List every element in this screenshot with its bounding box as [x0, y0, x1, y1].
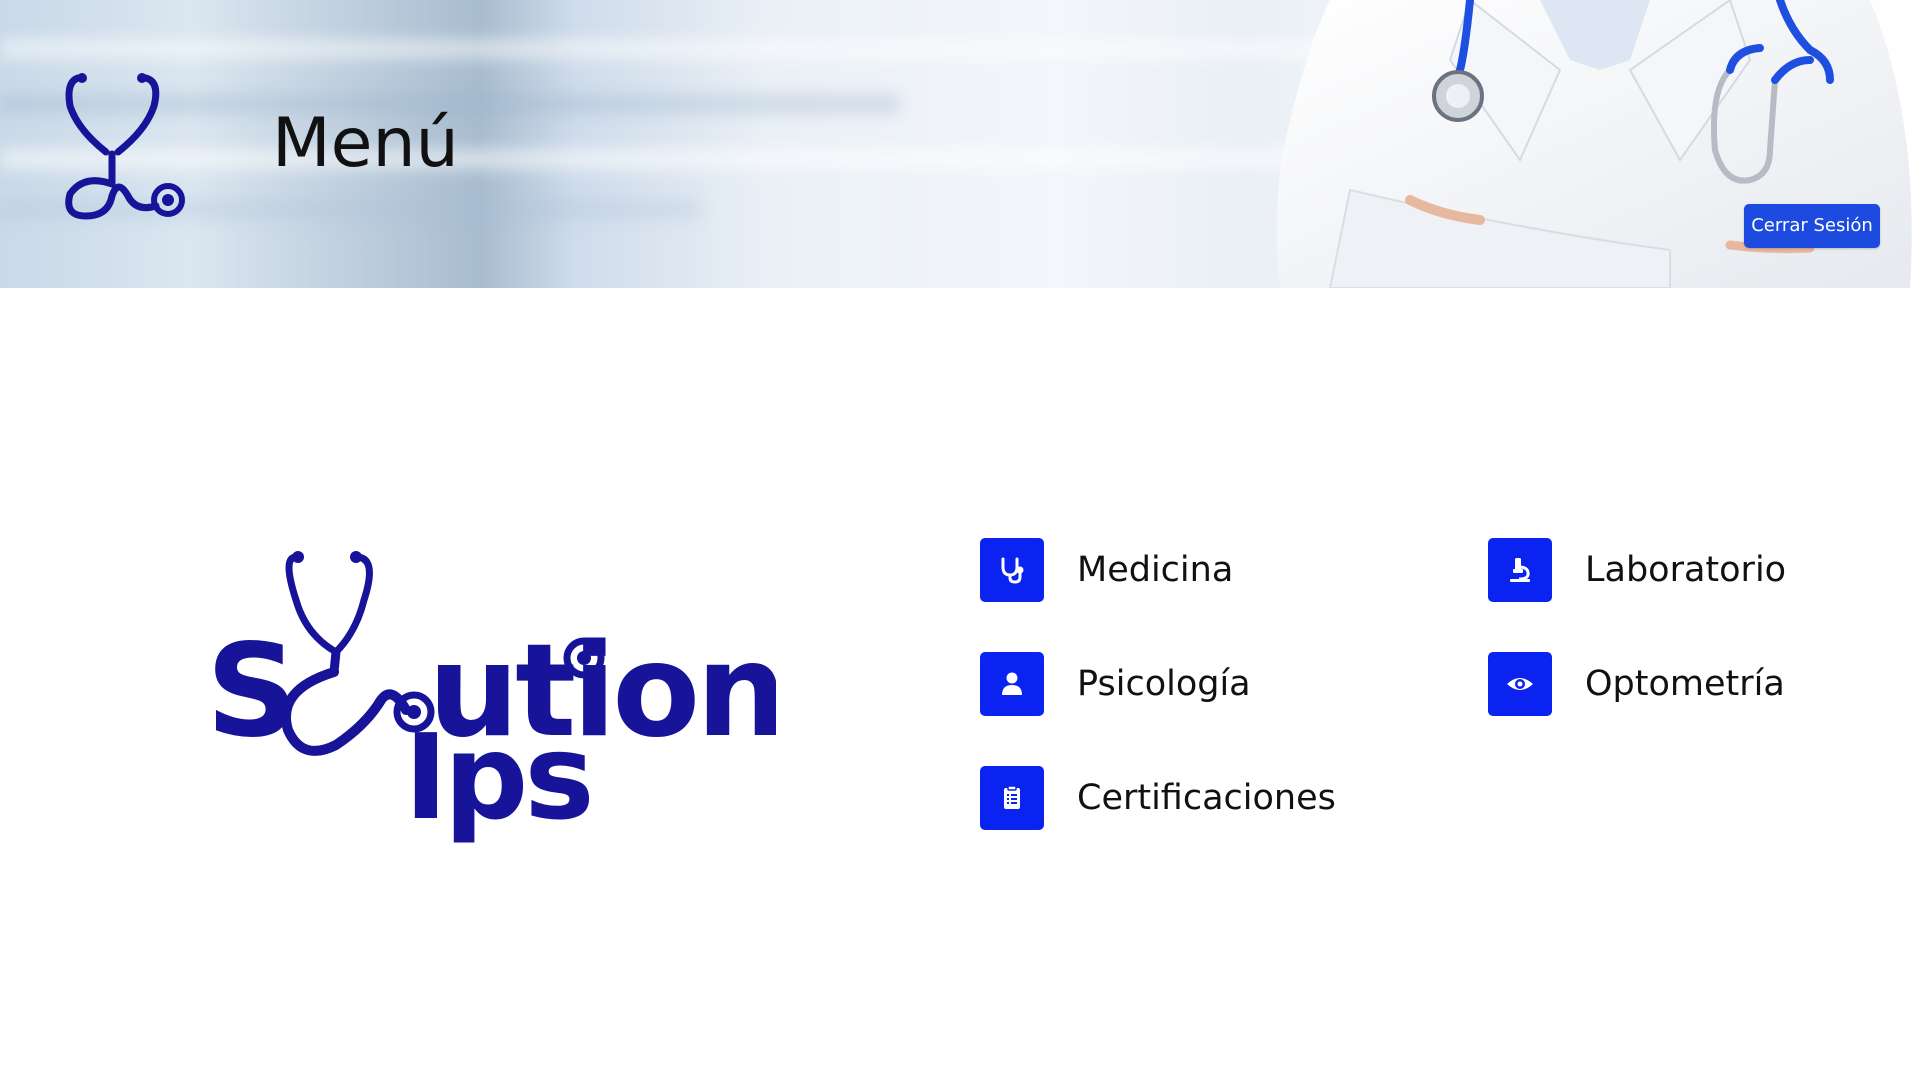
menu-label-psicologia: Psicología — [1077, 664, 1251, 704]
stethoscope-logo-icon — [65, 73, 185, 220]
svg-text:Ips: Ips — [404, 708, 591, 846]
menu-label-medicina: Medicina — [1077, 550, 1234, 590]
brand-logo: S ution Ips — [206, 551, 776, 846]
menu-item-optometria[interactable]: Optometría — [1488, 652, 1785, 716]
menu-item-medicina[interactable]: Medicina — [980, 538, 1233, 602]
logout-button[interactable]: Cerrar Sesión — [1744, 204, 1880, 248]
svg-text:S: S — [206, 617, 294, 766]
page-title: Menú — [272, 104, 459, 183]
header-banner: Menú Cerrar Sesión — [0, 0, 1920, 288]
user-icon — [980, 652, 1044, 716]
menu-page: Menú Cerrar Sesión S ution Ips Medicina … — [0, 0, 1920, 1080]
microscope-icon — [1488, 538, 1552, 602]
menu-item-certificaciones[interactable]: Certificaciones — [980, 766, 1336, 830]
menu-item-laboratorio[interactable]: Laboratorio — [1488, 538, 1786, 602]
menu-item-psicologia[interactable]: Psicología — [980, 652, 1251, 716]
stethoscope-icon — [980, 538, 1044, 602]
menu-label-optometria: Optometría — [1585, 664, 1785, 704]
eye-icon — [1488, 652, 1552, 716]
menu-label-certificaciones: Certificaciones — [1077, 778, 1336, 818]
menu-label-laboratorio: Laboratorio — [1585, 550, 1787, 590]
clipboard-list-icon — [980, 766, 1044, 830]
